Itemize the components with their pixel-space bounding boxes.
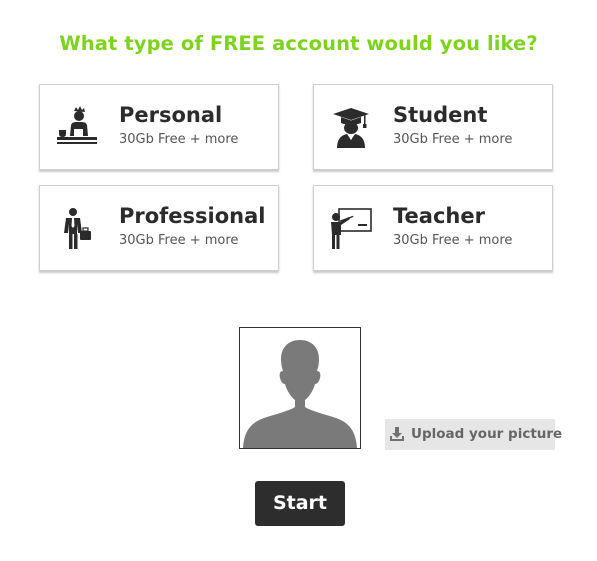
start-button[interactable]: Start — [255, 481, 345, 526]
avatar-placeholder — [239, 327, 361, 449]
graduate-cap-icon — [328, 106, 374, 150]
person-at-desk-icon — [54, 106, 100, 150]
businessman-briefcase-icon — [54, 207, 100, 251]
upload-picture-button[interactable]: Upload your picture — [385, 419, 562, 450]
account-option-student[interactable]: Student 30Gb Free + more — [313, 84, 553, 170]
account-option-title: Student — [393, 103, 488, 127]
account-option-subtitle: 30Gb Free + more — [119, 132, 239, 147]
account-option-personal[interactable]: Personal 30Gb Free + more — [39, 84, 279, 170]
page-title: What type of FREE account would you like… — [59, 32, 538, 55]
account-option-professional[interactable]: Professional 30Gb Free + more — [39, 185, 279, 271]
account-option-subtitle: 30Gb Free + more — [393, 233, 513, 248]
account-option-teacher[interactable]: Teacher 30Gb Free + more — [313, 185, 553, 271]
account-option-subtitle: 30Gb Free + more — [393, 132, 513, 147]
teacher-whiteboard-icon — [328, 207, 374, 251]
user-silhouette-icon — [243, 340, 357, 448]
account-type-page: What type of FREE account would you like… — [0, 0, 597, 561]
account-option-title: Personal — [119, 103, 223, 127]
account-option-title: Professional — [119, 204, 266, 228]
upload-picture-label: Upload your picture — [411, 426, 563, 442]
download-tray-icon — [390, 427, 404, 441]
account-option-subtitle: 30Gb Free + more — [119, 233, 239, 248]
account-option-title: Teacher — [393, 204, 485, 228]
